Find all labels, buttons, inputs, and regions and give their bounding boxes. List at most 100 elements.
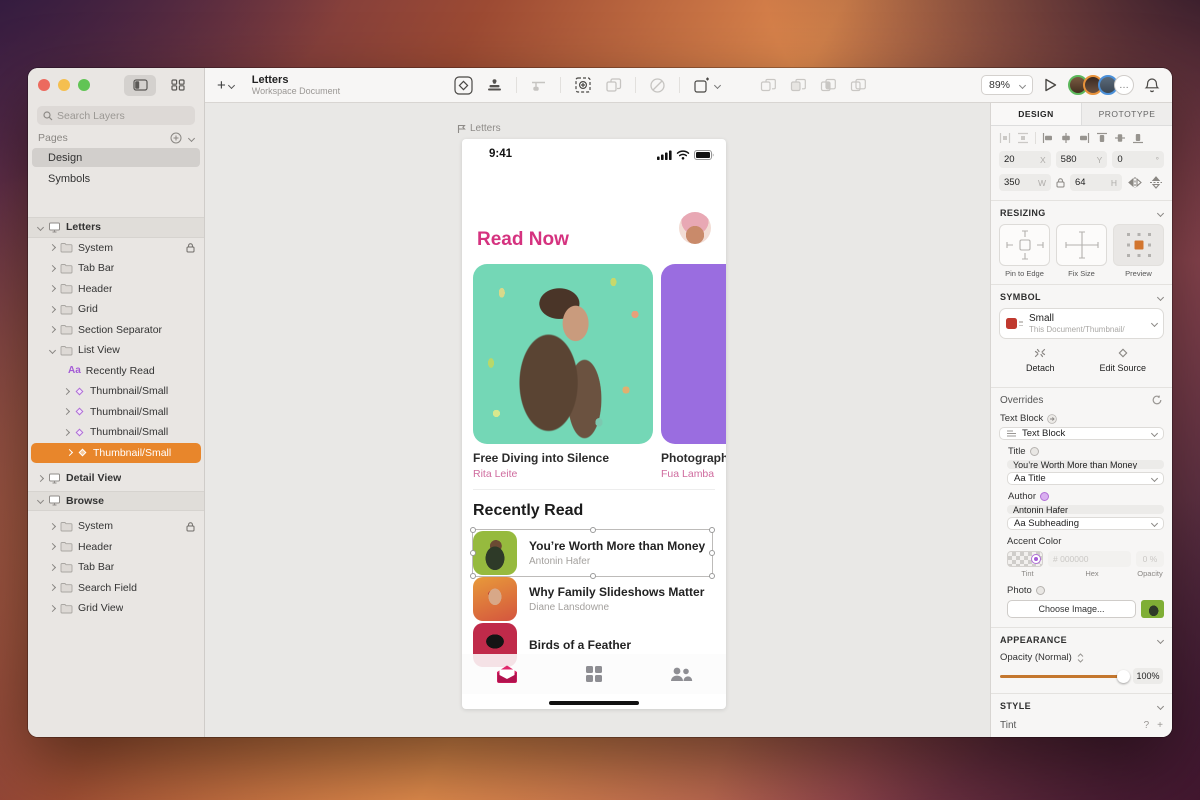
add-tint-icon[interactable]: +	[1157, 720, 1163, 731]
styles-tool-icon[interactable]	[530, 78, 547, 93]
scale-tool-button[interactable]	[693, 77, 720, 94]
collaborator-avatars[interactable]: …	[1068, 75, 1134, 95]
layer-row-group[interactable]: Grid	[28, 299, 204, 320]
author-style-dropdown[interactable]: Aa Subheading	[1007, 517, 1164, 530]
opacity-value-field[interactable]: 100%	[1133, 668, 1163, 684]
search-layers-field[interactable]	[37, 106, 195, 125]
layer-row-symbol[interactable]: Thumbnail/Small	[28, 422, 204, 443]
more-collaborators-button[interactable]: …	[1114, 75, 1134, 95]
resizing-section-header[interactable]: RESIZING	[991, 201, 1172, 221]
width-field[interactable]: 350W	[999, 174, 1051, 191]
opacity-slider[interactable]	[1000, 670, 1128, 683]
canvas[interactable]: Letters 9:41 Read Now	[205, 103, 990, 737]
artboard-title[interactable]: Letters	[457, 123, 501, 134]
layer-row-symbol[interactable]: Thumbnail/Small	[28, 381, 204, 402]
artboard[interactable]: 9:41 Read Now Free Diving into	[462, 139, 726, 709]
symbol-source-dropdown[interactable]: Small This Document/Thumbnail/	[999, 308, 1164, 339]
mail-tab-icon[interactable]	[495, 664, 519, 684]
page-item-symbols[interactable]: Symbols	[32, 169, 200, 188]
add-page-icon[interactable]	[170, 132, 182, 144]
create-symbol-tool-icon[interactable]	[486, 77, 503, 93]
align-center-horizontal-icon[interactable]	[1060, 132, 1072, 144]
browse-tab-icon[interactable]	[584, 664, 604, 684]
align-right-icon[interactable]	[1078, 132, 1090, 144]
boolean-intersect-icon[interactable]	[820, 78, 837, 93]
mask-tool-icon[interactable]	[649, 77, 666, 94]
select-group-tool-icon[interactable]	[574, 76, 592, 94]
collapse-pages-icon[interactable]	[188, 134, 195, 141]
layer-row-group[interactable]: Grid View	[28, 598, 204, 619]
card-image[interactable]	[661, 264, 726, 444]
card-image[interactable]	[473, 264, 653, 444]
style-section-header[interactable]: STYLE	[991, 694, 1172, 714]
list-item[interactable]: Why Family Slideshows Matter Diane Lansd…	[473, 576, 715, 622]
blend-mode-stepper-icon[interactable]	[1076, 653, 1085, 663]
reset-overrides-icon[interactable]	[1151, 394, 1163, 406]
components-view-toggle[interactable]	[162, 75, 194, 96]
resizing-fix-size[interactable]: Fix Size	[1056, 224, 1107, 278]
color-opacity-field[interactable]: 0 %	[1136, 551, 1164, 567]
choose-image-button[interactable]: Choose Image...	[1007, 600, 1136, 618]
hex-color-field[interactable]: # 000000	[1048, 551, 1131, 567]
boolean-subtract-icon[interactable]	[790, 78, 807, 93]
layer-row-group[interactable]: Search Field	[28, 578, 204, 599]
title-style-dropdown[interactable]: Aa Title	[1007, 472, 1164, 485]
tab-design[interactable]: DESIGN	[991, 103, 1082, 125]
layer-row-group[interactable]: System	[28, 516, 204, 537]
symbol-tool-icon[interactable]	[454, 76, 473, 95]
list-item[interactable]: You’re Worth More than Money Antonin Haf…	[473, 530, 715, 576]
x-position-field[interactable]: 20X	[999, 151, 1051, 168]
zoom-level-select[interactable]: 89%	[981, 75, 1033, 95]
layer-row-group[interactable]: Header	[28, 537, 204, 558]
edit-source-button[interactable]: Edit Source	[1082, 346, 1165, 373]
layer-row-artboard[interactable]: Detail View	[28, 468, 204, 489]
align-bottom-icon[interactable]	[1132, 132, 1144, 144]
boolean-difference-icon[interactable]	[850, 78, 867, 93]
preview-play-button[interactable]	[1043, 77, 1058, 93]
insert-button[interactable]: +	[217, 77, 234, 94]
y-position-field[interactable]: 580Y	[1056, 151, 1108, 168]
flatten-tool-icon[interactable]	[605, 78, 622, 93]
align-top-icon[interactable]	[1096, 132, 1108, 144]
people-tab-icon[interactable]	[669, 665, 693, 683]
layer-row-symbol[interactable]: Thumbnail/Small	[28, 402, 204, 423]
profile-avatar[interactable]	[679, 212, 711, 244]
appearance-section-header[interactable]: APPEARANCE	[991, 628, 1172, 648]
help-icon[interactable]: ?	[1144, 720, 1150, 731]
page-item-design[interactable]: Design	[32, 148, 200, 167]
layer-row-text[interactable]: Aa Recently Read	[28, 361, 204, 382]
rotation-field[interactable]: 0°	[1112, 151, 1164, 168]
distribute-vertical-icon[interactable]	[1017, 132, 1029, 144]
layer-row-group[interactable]: Section Separator	[28, 320, 204, 341]
zoom-window-button[interactable]	[78, 79, 90, 91]
layer-row-symbol-selected[interactable]: Thumbnail/Small	[31, 443, 201, 464]
photo-thumbnail[interactable]	[1141, 600, 1164, 618]
flip-horizontal-icon[interactable]	[1127, 176, 1143, 189]
resizing-preview[interactable]: Preview	[1113, 224, 1164, 278]
distribute-horizontal-icon[interactable]	[999, 132, 1011, 144]
layer-row-artboard[interactable]: Browse	[28, 491, 204, 512]
detach-button[interactable]: Detach	[999, 346, 1082, 373]
boolean-union-icon[interactable]	[760, 78, 777, 93]
close-window-button[interactable]	[38, 79, 50, 91]
layer-row-group[interactable]: System	[28, 238, 204, 259]
tab-prototype[interactable]: PROTOTYPE	[1082, 103, 1172, 125]
lock-aspect-icon[interactable]	[1056, 177, 1065, 188]
notifications-bell-icon[interactable]	[1144, 77, 1160, 94]
title-override-input[interactable]: You’re Worth More than Money	[1007, 460, 1164, 469]
minimize-window-button[interactable]	[58, 79, 70, 91]
goto-arrow-icon[interactable]	[1047, 414, 1057, 424]
author-override-input[interactable]: Antonin Hafer	[1007, 505, 1164, 514]
opacity-slider-knob[interactable]	[1117, 670, 1130, 683]
text-block-dropdown[interactable]: Text Block	[999, 427, 1164, 440]
layer-list-view-toggle[interactable]	[124, 75, 156, 96]
resizing-pin-to-edge[interactable]: Pin to Edge	[999, 224, 1050, 278]
search-input[interactable]	[57, 110, 167, 122]
layer-row-group[interactable]: List View	[28, 340, 204, 361]
flip-vertical-icon[interactable]	[1148, 176, 1164, 189]
layer-row-group[interactable]: Header	[28, 279, 204, 300]
tint-color-swatch[interactable]	[1007, 551, 1043, 567]
height-field[interactable]: 64H	[1070, 174, 1122, 191]
layer-row-group[interactable]: Tab Bar	[28, 557, 204, 578]
align-left-icon[interactable]	[1042, 132, 1054, 144]
